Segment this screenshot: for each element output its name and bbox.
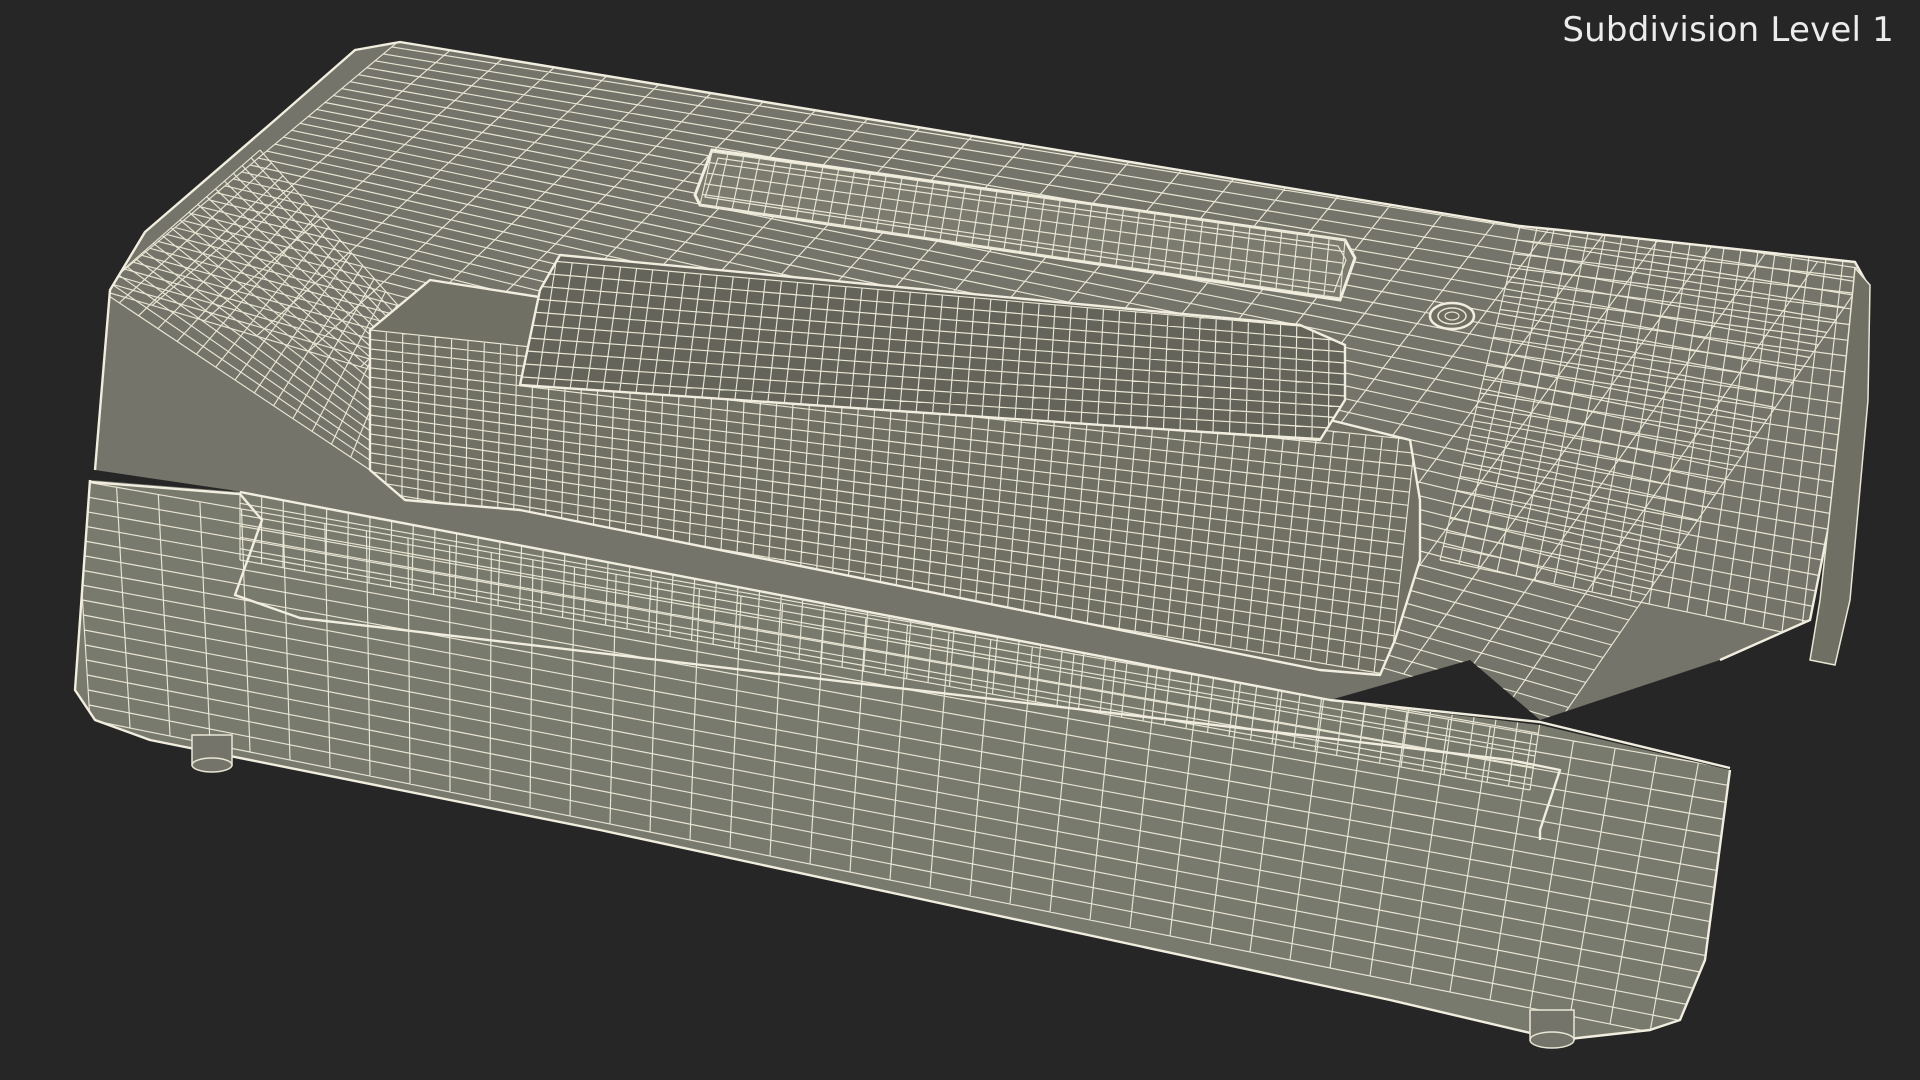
3d-viewport[interactable]: Subdivision Level 1: [0, 0, 1920, 1080]
power-button[interactable]: [1428, 301, 1476, 331]
wireframe-model: [73, 40, 1871, 1049]
subdivision-level-label: Subdivision Level 1: [1562, 10, 1894, 50]
foot-left: [191, 734, 233, 773]
foot-right: [1529, 1009, 1575, 1049]
